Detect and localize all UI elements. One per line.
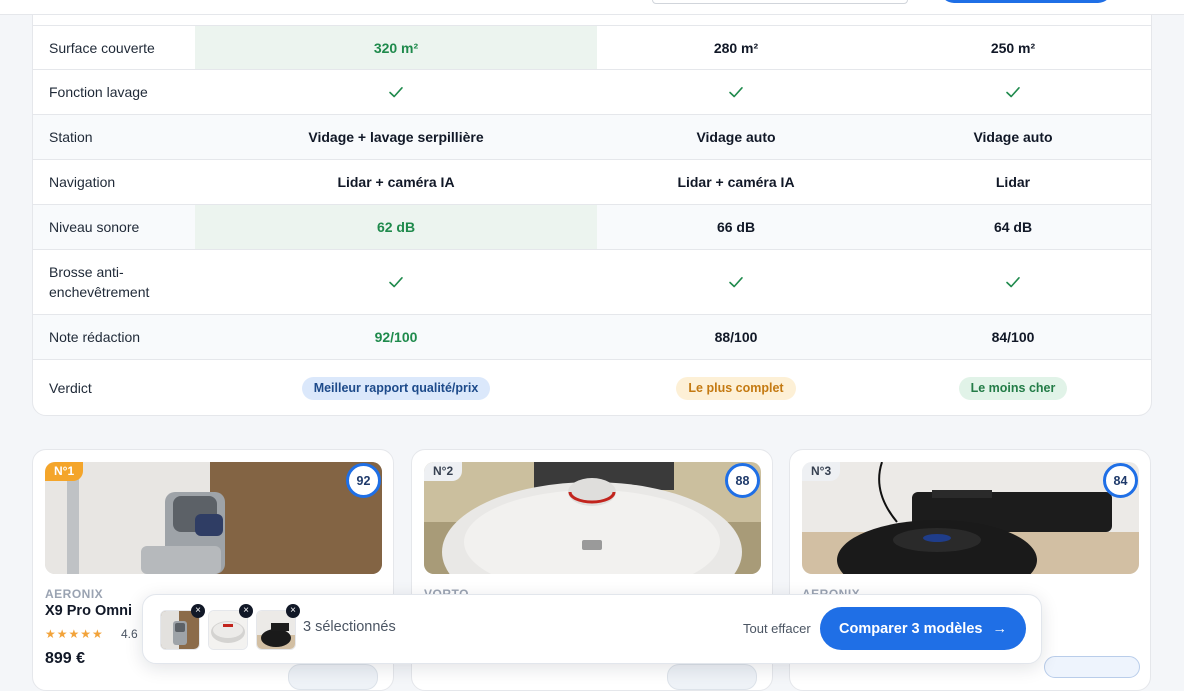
table-row-washing: Fonction lavage [33,69,1151,114]
row-label: Brosse anti-enchevêtrement [49,264,150,300]
cell-product-1: Lidar + caméra IA [337,174,455,190]
clear-all-link[interactable]: Tout effacer [743,621,811,636]
table-row-score: Note rédaction 92/100 88/100 84/100 [33,314,1151,359]
cell-product-3: 250 m² [990,40,1036,56]
product-brand: AERONIX [45,587,104,601]
check-icon [1006,87,1020,98]
check-icon [389,87,403,98]
cell-product-3: Vidage auto [973,129,1053,145]
remove-selection-button[interactable]: × [239,604,253,618]
cell-product-2: 66 dB [716,219,756,235]
cell-product-3 [875,70,1151,114]
row-label: Navigation [49,174,116,190]
comparison-selection-bar: × × × 3 sélectionnés Tout effacer Compar… [142,594,1042,664]
remove-selection-button[interactable]: × [191,604,205,618]
table-row-surface: Surface couverte 320 m² 280 m² 250 m² [33,25,1151,70]
cell-product-3 [875,250,1151,314]
cell-product-3: Le moins cher [875,360,1151,415]
product-compare-toggle[interactable] [1044,656,1140,678]
score-ring: 92 [346,463,381,498]
product-action-button[interactable] [288,664,378,690]
score-ring: 84 [1103,463,1138,498]
selection-count: 3 sélectionnés [303,619,396,635]
verdict-badge: Le moins cher [958,376,1068,400]
table-row-noise: Niveau sonore 62 dB 66 dB 64 dB [33,204,1151,249]
star-rating-icon: ★★★★★ [45,627,104,641]
cell-product-2: Le plus complet [597,360,875,415]
table-row-station: Station Vidage + lavage serpillière Vida… [33,114,1151,159]
robot-station-illustration [45,462,382,574]
product-price: 899 € [45,650,86,667]
cell-product-2: 88/100 [714,329,758,345]
cell-product-2: Vidage auto [696,129,776,145]
cell-product-1 [195,70,597,114]
comparison-table: Surface couverte 320 m² 280 m² 250 m² Fo… [32,0,1152,416]
cell-product-1: Meilleur rapport qualité/prix [195,360,597,415]
verdict-badge: Meilleur rapport qualité/prix [301,376,491,400]
remove-selection-button[interactable]: × [286,604,300,618]
table-row-navigation: Navigation Lidar + caméra IA Lidar + cam… [33,159,1151,204]
top-nav-bar [0,0,1184,15]
check-icon [1006,277,1020,288]
rank-badge: N°2 [424,462,463,481]
robot-vacuum-illustration [424,462,761,574]
row-label: Niveau sonore [49,219,140,235]
cell-product-1: 92/100 [374,329,418,345]
compare-models-button[interactable]: Comparer 3 modèles → [820,607,1026,650]
cell-product-2 [597,70,875,114]
cell-product-3: 64 dB [993,219,1033,235]
rank-badge: N°1 [45,462,84,481]
product-image[interactable] [802,462,1139,574]
check-icon [729,87,743,98]
verdict-badge: Le plus complet [676,376,796,400]
cell-product-1 [195,250,597,314]
product-image[interactable] [424,462,761,574]
cell-product-2: Lidar + caméra IA [677,174,795,190]
header-cta-button[interactable] [940,0,1112,3]
search-input[interactable] [652,0,908,4]
row-label: Surface couverte [49,40,155,56]
cell-product-3: Lidar [995,174,1031,190]
arrow-right-icon: → [992,620,1007,637]
cell-product-1: Vidage + lavage serpillière [308,129,484,145]
row-label: Verdict [49,380,92,396]
black-robot-illustration [802,462,1139,574]
row-label: Note rédaction [49,329,141,345]
rank-badge: N°3 [802,462,841,481]
row-label: Fonction lavage [49,84,148,100]
product-action-button[interactable] [667,664,757,690]
product-name[interactable]: X9 Pro Omni [45,603,132,619]
cell-product-1: 62 dB [195,205,597,249]
cell-product-2 [597,250,875,314]
rating-value: 4.6 [121,627,138,641]
compare-button-label: Comparer 3 modèles [839,620,983,637]
score-ring: 88 [725,463,760,498]
check-icon [389,277,403,288]
cell-product-2: 280 m² [713,40,759,56]
table-row-verdict: Verdict Meilleur rapport qualité/prix Le… [33,359,1151,415]
cell-product-1: 320 m² [195,26,597,70]
check-icon [729,277,743,288]
row-label: Station [49,129,93,145]
product-image[interactable] [45,462,382,574]
cell-product-3: 84/100 [991,329,1035,345]
table-row-brush: Brosse anti-enchevêtrement [33,249,1151,314]
